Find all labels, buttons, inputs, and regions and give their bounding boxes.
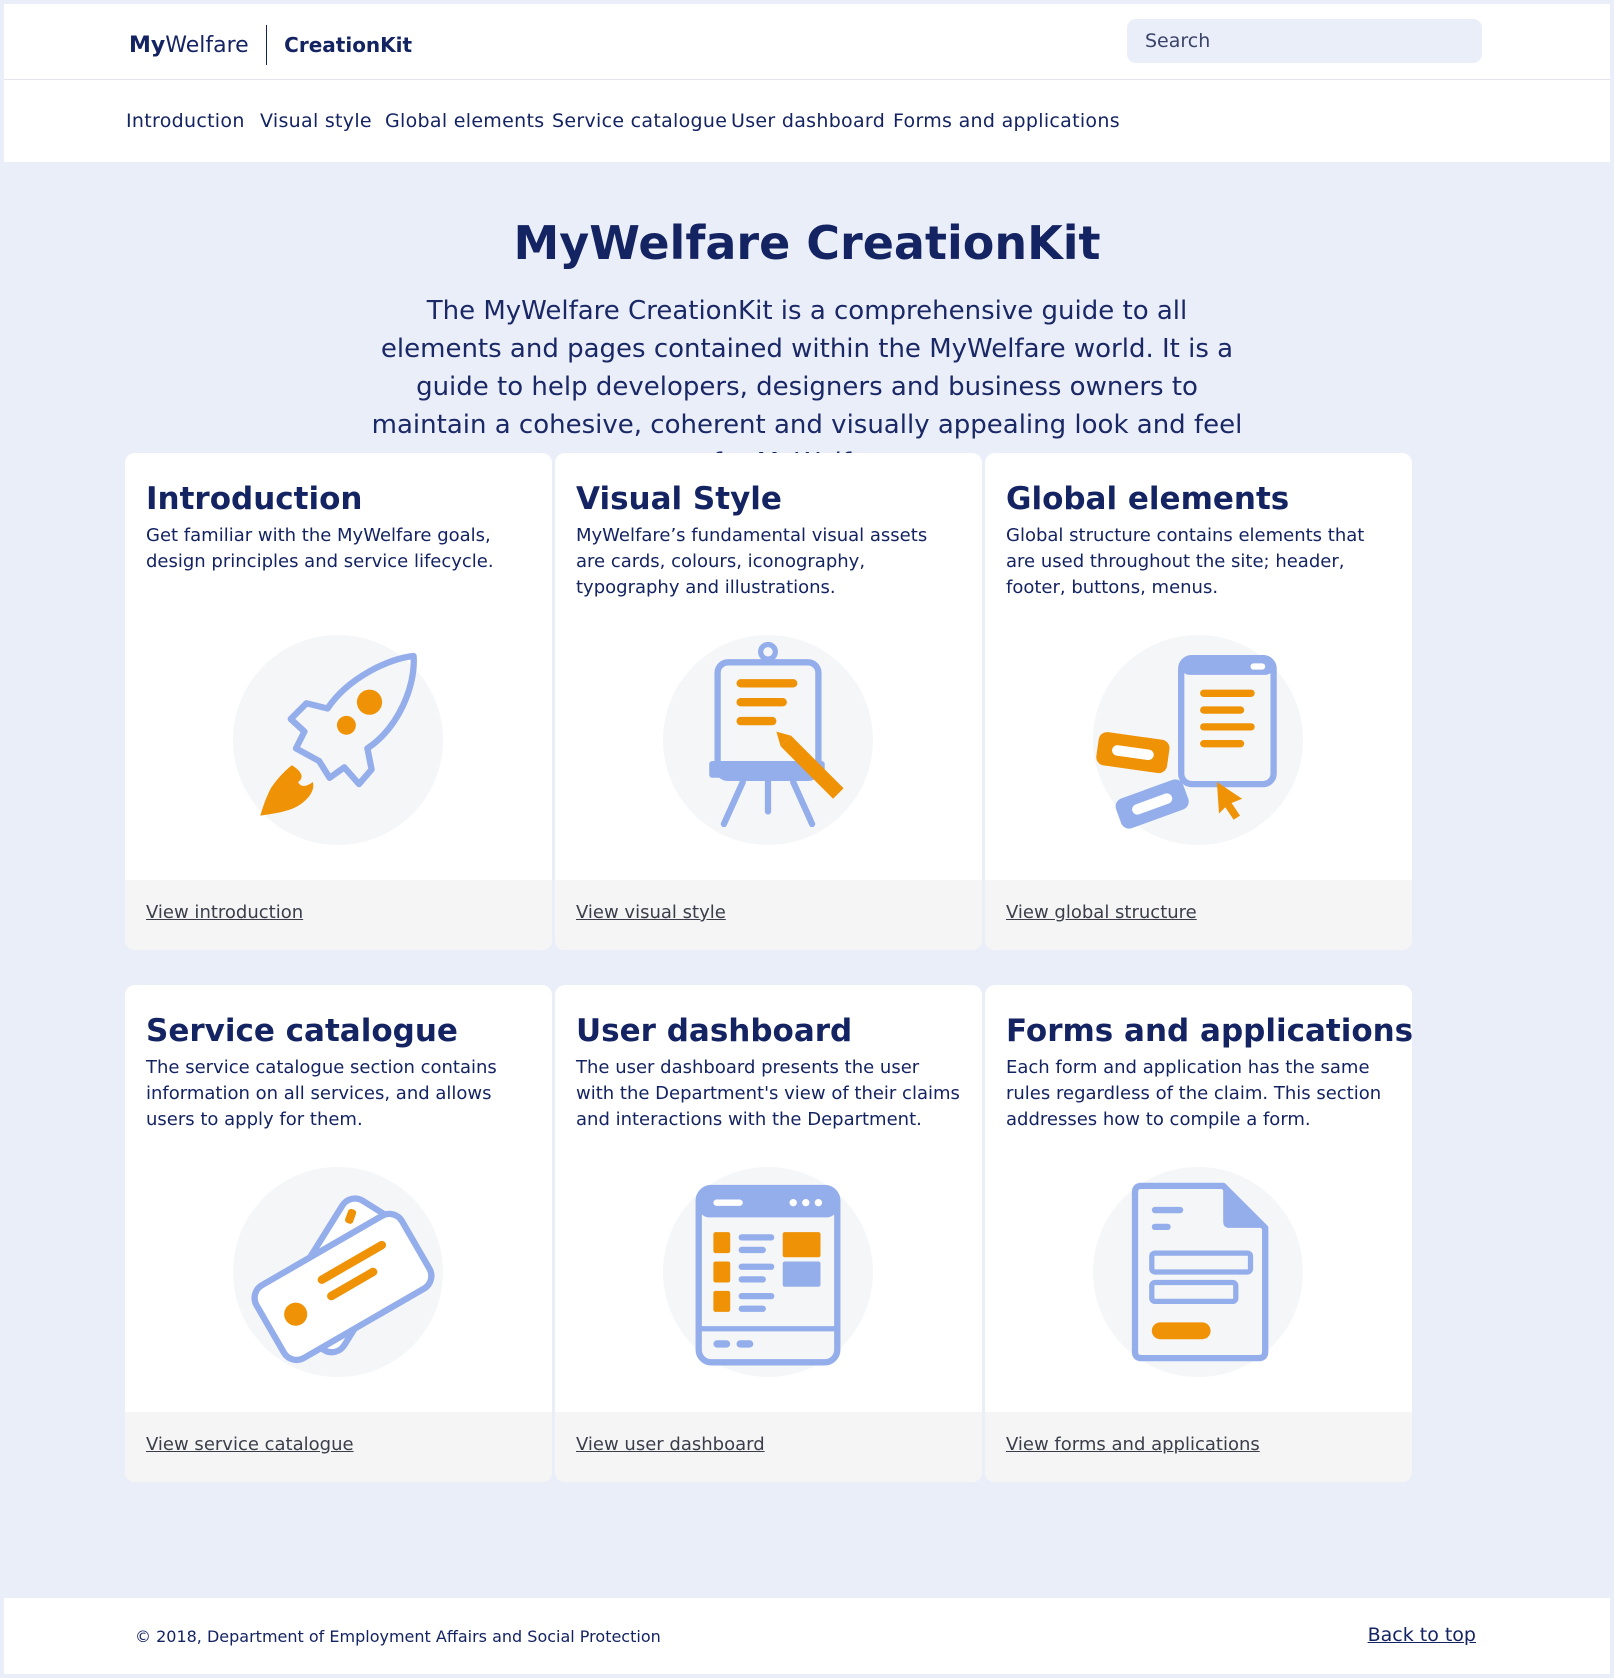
logo-divider: [265, 25, 268, 65]
card-description: The user dashboard presents the user wit…: [576, 1057, 960, 1130]
card-user-dashboard: User dashboard The user dashboard presen…: [555, 985, 982, 1482]
card-footer: View introduction: [125, 880, 552, 950]
view-introduction-link[interactable]: View introduction: [146, 902, 303, 923]
tickets-icon: [233, 1167, 443, 1377]
card-service-catalogue: Service catalogue The service catalogue …: [125, 985, 552, 1482]
card-visual-style: Visual Style MyWelfare’s fundamental vis…: [555, 453, 982, 950]
card-description: MyWelfare’s fundamental visual assets ar…: [576, 525, 928, 598]
view-user-dashboard-link[interactable]: View user dashboard: [576, 1434, 765, 1455]
card-description: Each form and application has the same r…: [1006, 1057, 1382, 1130]
card-description: Global structure contains elements that …: [1006, 525, 1365, 598]
card-introduction: Introduction Get familiar with the MyWel…: [125, 453, 552, 950]
logo-bold-text: My: [129, 32, 166, 58]
site-footer: © 2018, Department of Employment Affairs…: [4, 1598, 1610, 1674]
nav-item-forms-and-applications[interactable]: Forms and applications: [893, 110, 1120, 132]
card-description: Get familiar with the MyWelfare goals, d…: [146, 525, 494, 572]
nav-item-visual-style[interactable]: Visual style: [260, 110, 372, 132]
card-title: Global elements: [1006, 481, 1290, 517]
card-global-elements: Global elements Global structure contain…: [985, 453, 1412, 950]
back-to-top-link[interactable]: Back to top: [1368, 1624, 1476, 1646]
nav-item-user-dashboard[interactable]: User dashboard: [731, 110, 885, 132]
card-footer: View visual style: [555, 880, 982, 950]
site-header: My Welfare CreationKit: [4, 4, 1610, 80]
easel-icon: [663, 635, 873, 845]
card-footer: View user dashboard: [555, 1412, 982, 1482]
nav-item-introduction[interactable]: Introduction: [126, 110, 245, 132]
card-title: Introduction: [146, 481, 363, 517]
search-input[interactable]: [1127, 19, 1482, 63]
page-title: MyWelfare CreationKit: [513, 216, 1101, 270]
rocket-icon: [233, 635, 443, 845]
card-footer: View service catalogue: [125, 1412, 552, 1482]
ui-elements-icon: [1093, 635, 1303, 845]
card-title: Visual Style: [576, 481, 782, 517]
card-title: Forms and applications: [1006, 1013, 1412, 1049]
card-footer: View global structure: [985, 880, 1412, 950]
card-title: User dashboard: [576, 1013, 853, 1049]
main-nav: Introduction Visual style Global element…: [4, 80, 1610, 162]
card-description: The service catalogue section contains i…: [146, 1057, 497, 1130]
page: My Welfare CreationKit Introduction Visu…: [4, 4, 1610, 1674]
logo[interactable]: My Welfare CreationKit: [129, 25, 413, 65]
card-title: Service catalogue: [146, 1013, 458, 1049]
dashboard-icon: [663, 1167, 873, 1377]
view-forms-and-applications-link[interactable]: View forms and applications: [1006, 1434, 1260, 1455]
logo-regular-text: Welfare: [165, 32, 249, 58]
document-icon: [1093, 1167, 1303, 1377]
nav-item-global-elements[interactable]: Global elements: [385, 110, 544, 132]
copyright-text: © 2018, Department of Employment Affairs…: [135, 1627, 661, 1646]
nav-item-service-catalogue[interactable]: Service catalogue: [552, 110, 727, 132]
product-name: CreationKit: [284, 33, 413, 57]
view-visual-style-link[interactable]: View visual style: [576, 902, 726, 923]
card-footer: View forms and applications: [985, 1412, 1412, 1482]
view-service-catalogue-link[interactable]: View service catalogue: [146, 1434, 354, 1455]
view-global-structure-link[interactable]: View global structure: [1006, 902, 1197, 923]
card-forms-and-applications: Forms and applications Each form and app…: [985, 985, 1412, 1482]
